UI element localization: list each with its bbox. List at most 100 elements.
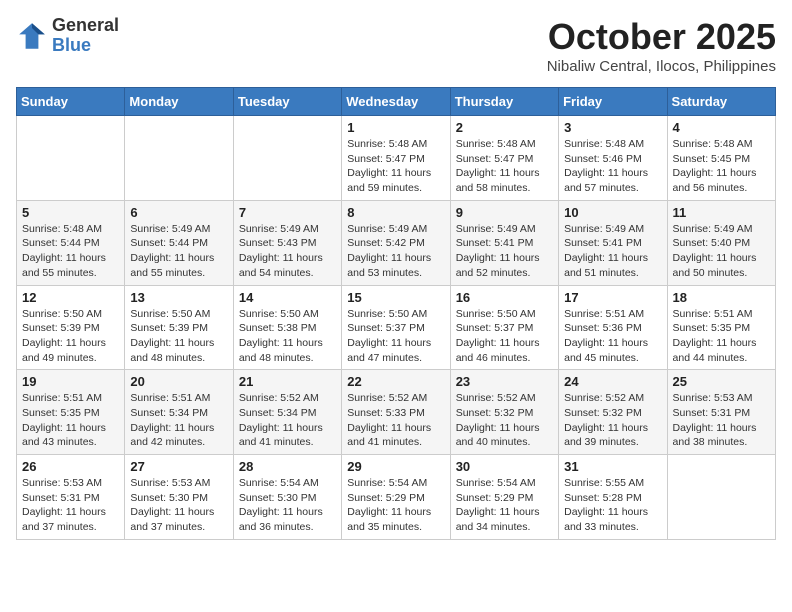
day-number: 2 (456, 120, 553, 135)
page-header: General Blue October 2025 Nibaliw Centra… (16, 16, 776, 75)
calendar-cell: 6Sunrise: 5:49 AM Sunset: 5:44 PM Daylig… (125, 200, 233, 285)
week-row-3: 19Sunrise: 5:51 AM Sunset: 5:35 PM Dayli… (17, 370, 776, 455)
calendar-cell: 13 Sunrise: 5:50 AM Sunset: 5:39 PM Dayli… (125, 285, 233, 370)
day-info: Sunrise: 5:48 AM Sunset: 5:47 PM Dayligh… (456, 137, 553, 196)
weekday-header-saturday: Saturday (667, 88, 775, 116)
calendar-table: SundayMondayTuesdayWednesdayThursdayFrid… (16, 87, 776, 540)
calendar-cell: 8 Sunrise: 5:49 AM Sunset: 5:42 PM Daylig… (342, 200, 450, 285)
day-number: 12 (22, 290, 119, 305)
weekday-header-tuesday: Tuesday (233, 88, 341, 116)
logo-blue-text: Blue (52, 36, 119, 56)
day-number: 6 (130, 205, 227, 220)
title-block: October 2025 Nibaliw Central, Ilocos, Ph… (547, 16, 776, 75)
day-number: 31 (564, 459, 661, 474)
day-info: Sunrise: 5:48 AM Sunset: 5:45 PM Dayligh… (673, 137, 770, 196)
weekday-header-monday: Monday (125, 88, 233, 116)
week-row-1: 5 Sunrise: 5:48 AM Sunset: 5:44 PM Daylig… (17, 200, 776, 285)
day-info: Sunrise: 5:55 AM Sunset: 5:28 PM Dayligh… (564, 476, 661, 535)
day-number: 4 (673, 120, 770, 135)
calendar-cell: 4 Sunrise: 5:48 AM Sunset: 5:45 PM Daylig… (667, 116, 775, 201)
calendar-cell: 20 Sunrise: 5:51 AM Sunset: 5:34 PM Dayli… (125, 370, 233, 455)
day-number: 22 (347, 374, 444, 389)
logo-icon (16, 20, 48, 52)
day-info: Sunrise: 5:48 AM Sunset: 5:44 PM Dayligh… (22, 222, 119, 281)
day-number: 13 (130, 290, 227, 305)
calendar-cell: 30Sunrise: 5:54 AM Sunset: 5:29 PM Dayli… (450, 455, 558, 540)
calendar-cell: 15 Sunrise: 5:50 AM Sunset: 5:37 PM Dayli… (342, 285, 450, 370)
day-number: 7 (239, 205, 336, 220)
calendar-cell: 29Sunrise: 5:54 AM Sunset: 5:29 PM Dayli… (342, 455, 450, 540)
day-number: 16 (456, 290, 553, 305)
day-info: Sunrise: 5:50 AM Sunset: 5:38 PM Dayligh… (239, 307, 336, 366)
day-number: 20 (130, 374, 227, 389)
day-number: 24 (564, 374, 661, 389)
calendar-cell: 10Sunrise: 5:49 AM Sunset: 5:41 PM Dayli… (559, 200, 667, 285)
day-number: 15 (347, 290, 444, 305)
weekday-header-wednesday: Wednesday (342, 88, 450, 116)
day-number: 19 (22, 374, 119, 389)
calendar-cell (125, 116, 233, 201)
day-number: 10 (564, 205, 661, 220)
calendar-cell: 21 Sunrise: 5:52 AM Sunset: 5:34 PM Dayli… (233, 370, 341, 455)
day-number: 17 (564, 290, 661, 305)
day-info: Sunrise: 5:49 AM Sunset: 5:42 PM Dayligh… (347, 222, 444, 281)
calendar-cell: 27 Sunrise: 5:53 AM Sunset: 5:30 PM Dayli… (125, 455, 233, 540)
calendar-cell: 5 Sunrise: 5:48 AM Sunset: 5:44 PM Daylig… (17, 200, 125, 285)
calendar-cell: 14 Sunrise: 5:50 AM Sunset: 5:38 PM Dayli… (233, 285, 341, 370)
calendar-cell: 17 Sunrise: 5:51 AM Sunset: 5:36 PM Dayli… (559, 285, 667, 370)
week-row-0: 1 Sunrise: 5:48 AM Sunset: 5:47 PM Daylig… (17, 116, 776, 201)
day-number: 5 (22, 205, 119, 220)
logo-text: General Blue (52, 16, 119, 56)
calendar-cell: 23 Sunrise: 5:52 AM Sunset: 5:32 PM Dayli… (450, 370, 558, 455)
day-number: 30 (456, 459, 553, 474)
day-info: Sunrise: 5:51 AM Sunset: 5:36 PM Dayligh… (564, 307, 661, 366)
day-info: Sunrise: 5:52 AM Sunset: 5:34 PM Dayligh… (239, 391, 336, 450)
day-number: 23 (456, 374, 553, 389)
calendar-cell: 25Sunrise: 5:53 AM Sunset: 5:31 PM Dayli… (667, 370, 775, 455)
calendar-cell: 26Sunrise: 5:53 AM Sunset: 5:31 PM Dayli… (17, 455, 125, 540)
day-info: Sunrise: 5:52 AM Sunset: 5:33 PM Dayligh… (347, 391, 444, 450)
calendar-cell: 12Sunrise: 5:50 AM Sunset: 5:39 PM Dayli… (17, 285, 125, 370)
day-info: Sunrise: 5:51 AM Sunset: 5:35 PM Dayligh… (673, 307, 770, 366)
calendar-cell: 22 Sunrise: 5:52 AM Sunset: 5:33 PM Dayli… (342, 370, 450, 455)
logo: General Blue (16, 16, 119, 56)
day-info: Sunrise: 5:54 AM Sunset: 5:30 PM Dayligh… (239, 476, 336, 535)
day-info: Sunrise: 5:48 AM Sunset: 5:46 PM Dayligh… (564, 137, 661, 196)
calendar-cell: 19Sunrise: 5:51 AM Sunset: 5:35 PM Dayli… (17, 370, 125, 455)
day-number: 14 (239, 290, 336, 305)
day-info: Sunrise: 5:51 AM Sunset: 5:34 PM Dayligh… (130, 391, 227, 450)
week-row-4: 26Sunrise: 5:53 AM Sunset: 5:31 PM Dayli… (17, 455, 776, 540)
day-number: 21 (239, 374, 336, 389)
day-number: 3 (564, 120, 661, 135)
weekday-header-sunday: Sunday (17, 88, 125, 116)
day-info: Sunrise: 5:53 AM Sunset: 5:30 PM Dayligh… (130, 476, 227, 535)
calendar-cell: 16 Sunrise: 5:50 AM Sunset: 5:37 PM Dayli… (450, 285, 558, 370)
day-info: Sunrise: 5:54 AM Sunset: 5:29 PM Dayligh… (347, 476, 444, 535)
weekday-header-thursday: Thursday (450, 88, 558, 116)
calendar-cell (17, 116, 125, 201)
day-number: 27 (130, 459, 227, 474)
day-number: 8 (347, 205, 444, 220)
calendar-cell: 31 Sunrise: 5:55 AM Sunset: 5:28 PM Dayli… (559, 455, 667, 540)
day-number: 9 (456, 205, 553, 220)
day-info: Sunrise: 5:50 AM Sunset: 5:37 PM Dayligh… (456, 307, 553, 366)
calendar-cell: 2 Sunrise: 5:48 AM Sunset: 5:47 PM Daylig… (450, 116, 558, 201)
day-info: Sunrise: 5:49 AM Sunset: 5:40 PM Dayligh… (673, 222, 770, 281)
day-number: 1 (347, 120, 444, 135)
day-info: Sunrise: 5:50 AM Sunset: 5:37 PM Dayligh… (347, 307, 444, 366)
day-info: Sunrise: 5:48 AM Sunset: 5:47 PM Dayligh… (347, 137, 444, 196)
calendar-cell (233, 116, 341, 201)
day-number: 11 (673, 205, 770, 220)
day-info: Sunrise: 5:53 AM Sunset: 5:31 PM Dayligh… (673, 391, 770, 450)
logo-general-text: General (52, 16, 119, 36)
weekday-header-row: SundayMondayTuesdayWednesdayThursdayFrid… (17, 88, 776, 116)
day-number: 18 (673, 290, 770, 305)
calendar-cell (667, 455, 775, 540)
weekday-header-friday: Friday (559, 88, 667, 116)
day-info: Sunrise: 5:50 AM Sunset: 5:39 PM Dayligh… (130, 307, 227, 366)
day-info: Sunrise: 5:52 AM Sunset: 5:32 PM Dayligh… (456, 391, 553, 450)
calendar-cell: 1 Sunrise: 5:48 AM Sunset: 5:47 PM Daylig… (342, 116, 450, 201)
day-number: 28 (239, 459, 336, 474)
calendar-cell: 3 Sunrise: 5:48 AM Sunset: 5:46 PM Daylig… (559, 116, 667, 201)
calendar-cell: 7Sunrise: 5:49 AM Sunset: 5:43 PM Daylig… (233, 200, 341, 285)
